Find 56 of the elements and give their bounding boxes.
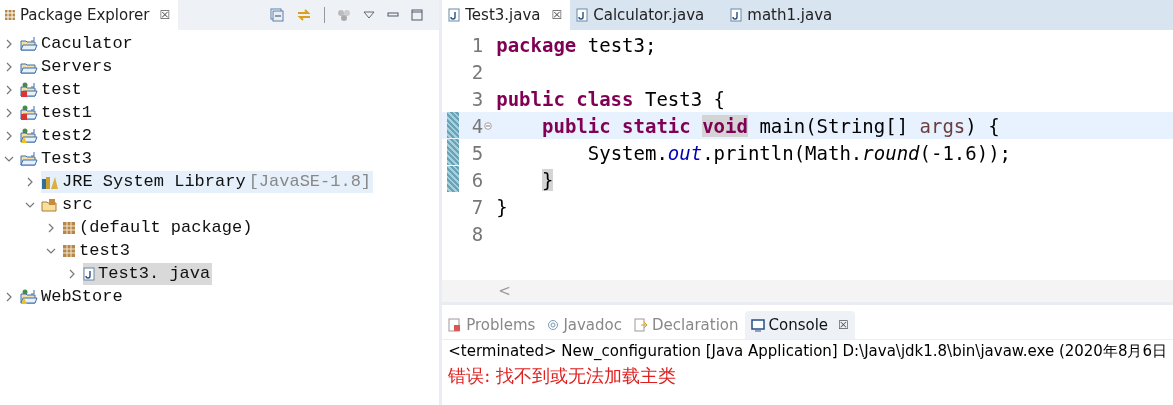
tree-item[interactable]: Servers bbox=[20, 55, 115, 78]
problems-icon bbox=[448, 318, 463, 332]
folder-icon bbox=[20, 127, 38, 144]
java-file-icon bbox=[730, 8, 743, 22]
folder-icon bbox=[20, 150, 38, 167]
console-line: <terminated> New_configuration [Java Application] D:\Java\jdk1.8\bin\javaw.exe (2020年8月6日 bbox=[448, 342, 1167, 362]
java-file-icon bbox=[83, 266, 95, 281]
panel-tab[interactable]: Problems bbox=[442, 311, 542, 339]
folder-icon bbox=[20, 288, 38, 305]
declaration-icon bbox=[634, 318, 648, 332]
line-number: 7 bbox=[470, 195, 484, 218]
line-number: 5 bbox=[470, 141, 484, 164]
package-icon bbox=[62, 243, 76, 258]
tree-item[interactable]: test bbox=[20, 78, 84, 101]
view-menu-icon[interactable] bbox=[363, 10, 376, 20]
line-number: 3 bbox=[470, 87, 484, 110]
line-number: 1 bbox=[470, 33, 484, 56]
editor-tab[interactable]: math1.java bbox=[724, 0, 853, 30]
editor-tab[interactable]: Test3.java ☒ bbox=[442, 0, 571, 30]
code-line: } bbox=[495, 195, 508, 218]
tree-item[interactable]: test2 bbox=[20, 124, 94, 147]
package-icon bbox=[4, 9, 16, 21]
panel-tab[interactable]: Console ☒ bbox=[744, 311, 855, 339]
tree-item[interactable]: JRE System Library [JavaSE-1.8] bbox=[41, 170, 374, 193]
tree-item[interactable]: test1 bbox=[20, 101, 94, 124]
monitor-icon bbox=[750, 318, 765, 332]
maximize-icon[interactable] bbox=[411, 9, 424, 21]
tree-item[interactable]: Caculator bbox=[20, 32, 135, 55]
java-file-icon bbox=[448, 8, 461, 22]
code-line: public class Test3 { bbox=[495, 87, 726, 110]
java-file-icon bbox=[576, 8, 589, 22]
console-line: 错误: 找不到或无法加载主类 bbox=[448, 364, 678, 388]
tree-item[interactable]: (default package) bbox=[62, 216, 255, 239]
line-number: 8 bbox=[470, 222, 484, 245]
panel-tab[interactable]: Declaration bbox=[628, 311, 745, 339]
line-number: 4 bbox=[470, 114, 484, 137]
view-tab[interactable]: Package Explorer ☒ bbox=[0, 0, 179, 30]
code-line: System.out.println(Math.round(-1.6)); bbox=[586, 141, 1012, 164]
folder-icon bbox=[20, 35, 38, 52]
panel-tab[interactable]: Javadoc bbox=[541, 311, 628, 339]
tree-item[interactable]: src bbox=[41, 193, 95, 216]
line-number: 6 bbox=[470, 168, 484, 191]
code-line: public static void main(String[] args) { bbox=[541, 114, 1000, 137]
line-number: 2 bbox=[470, 60, 484, 83]
code-line: package test3; bbox=[495, 33, 657, 56]
tree-item[interactable]: test3 bbox=[62, 239, 132, 262]
editor-tab[interactable]: Calculator.java bbox=[570, 0, 725, 30]
source-folder-icon bbox=[41, 196, 59, 213]
collapse-all-icon[interactable] bbox=[270, 8, 285, 22]
folder-icon bbox=[20, 104, 38, 121]
minimize-icon[interactable] bbox=[387, 10, 400, 20]
tree-item[interactable]: WebStore bbox=[20, 285, 125, 308]
tree-item[interactable]: Test3. java bbox=[83, 262, 213, 285]
folder-icon bbox=[20, 81, 38, 98]
tree-item[interactable]: Test3 bbox=[20, 147, 94, 170]
package-icon bbox=[62, 220, 76, 235]
